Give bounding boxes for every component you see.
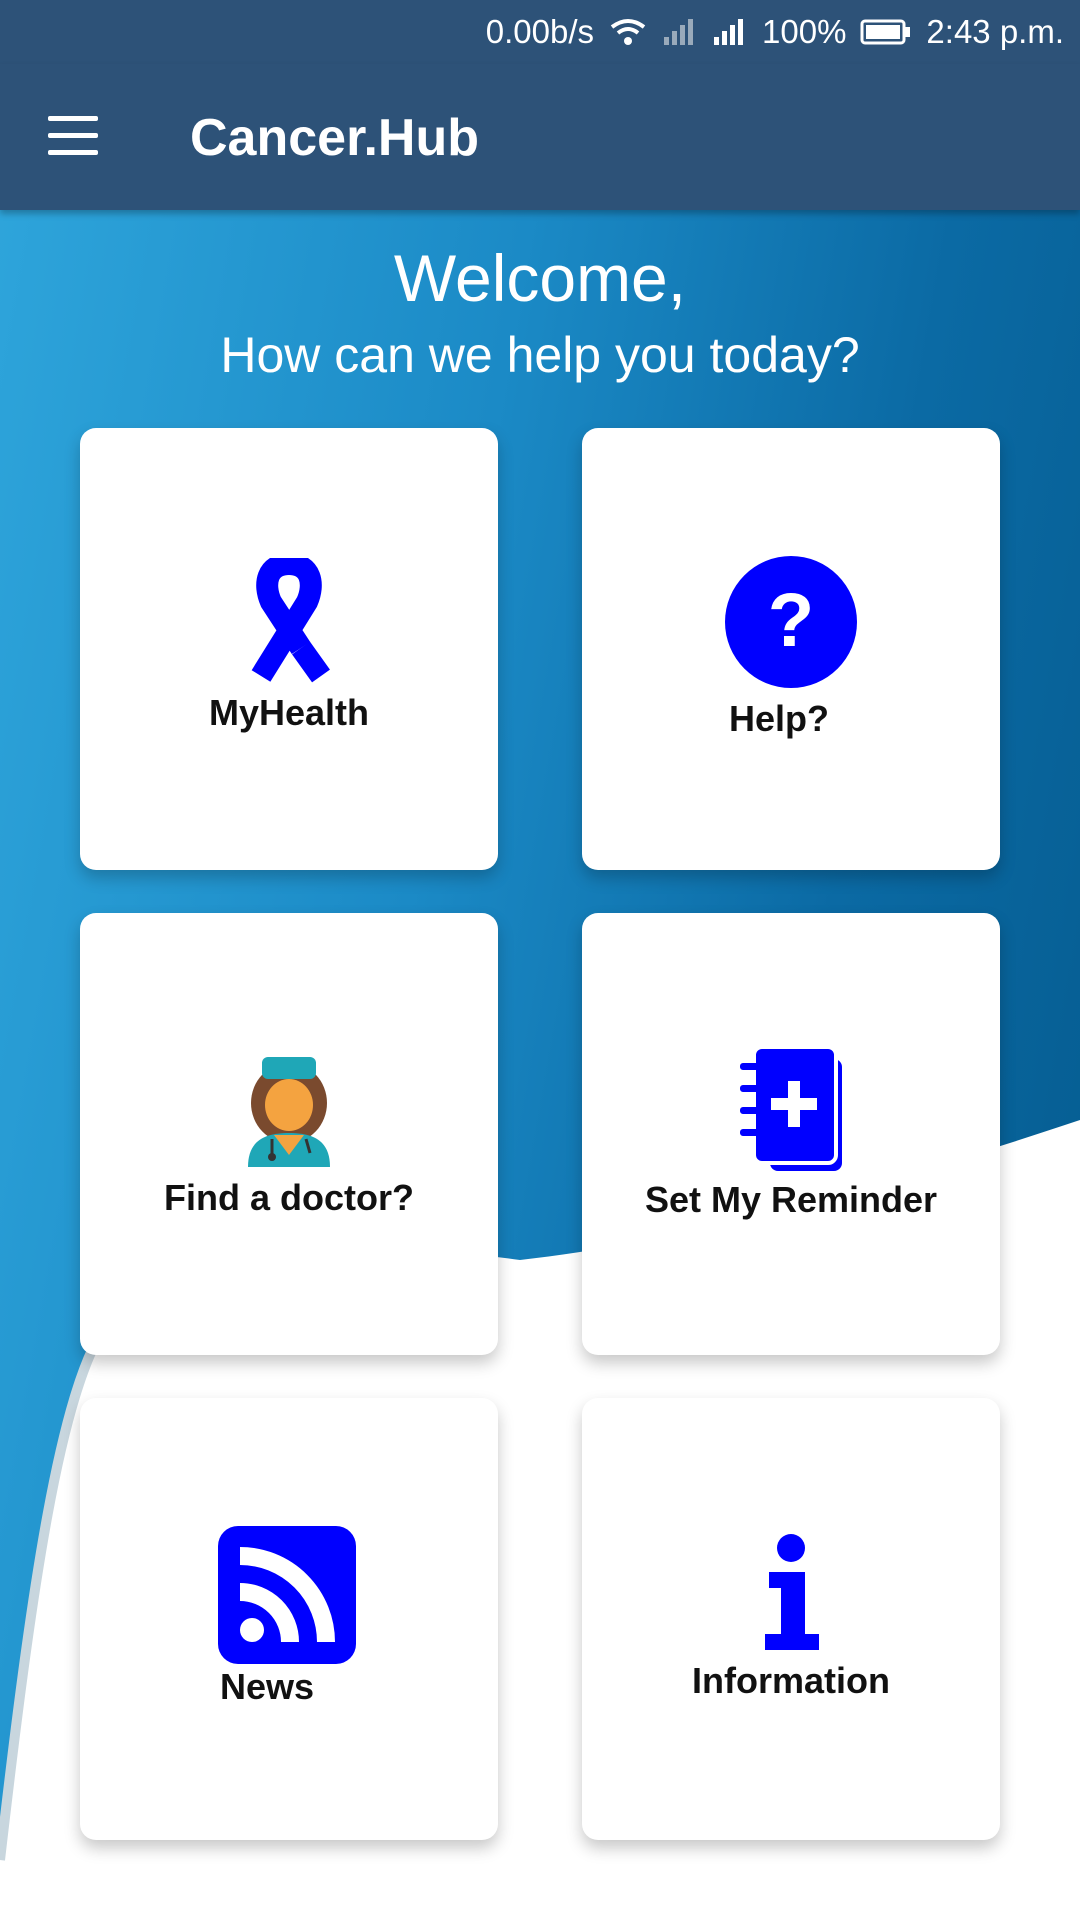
clock: 2:43 p.m. (926, 13, 1064, 50)
find-doctor-label: Find a doctor? (164, 1177, 414, 1218)
menu-icon[interactable] (48, 116, 98, 156)
network-speed: 0.00b/s (485, 13, 595, 50)
welcome-subtitle: How can we help you today? (220, 327, 860, 383)
news-label: News (219, 1666, 315, 1707)
reminder-tile[interactable]: Set My Reminder (582, 913, 1000, 1355)
wifi-icon (610, 19, 646, 45)
info-icon (765, 1534, 819, 1650)
app-title: Cancer.Hub (190, 109, 479, 167)
help-label: Help? (728, 698, 829, 739)
svg-text:?: ? (768, 578, 814, 663)
information-tile[interactable]: Information (582, 1398, 1000, 1840)
myhealth-tile[interactable]: MyHealth (80, 428, 498, 870)
signal-inactive-icon (664, 19, 694, 45)
battery-percent: 100% (762, 13, 847, 50)
find-doctor-tile[interactable]: Find a doctor? (80, 913, 498, 1355)
myhealth-label: MyHealth (208, 692, 370, 733)
help-tile[interactable]: ? Help? (582, 428, 1000, 870)
rss-icon (218, 1526, 356, 1664)
question-circle-icon: ? (725, 556, 857, 688)
app-bar: Cancer.Hub (0, 64, 1080, 210)
signal-icon (714, 19, 744, 45)
doctor-icon (248, 1057, 330, 1167)
battery-icon (860, 19, 911, 45)
reminder-label: Set My Reminder (644, 1179, 938, 1220)
news-tile[interactable]: News (80, 1398, 498, 1840)
ribbon-icon (251, 558, 330, 683)
information-label: Information (692, 1660, 890, 1701)
welcome-heading: Welcome, (393, 241, 687, 315)
notebook-plus-icon (740, 1045, 842, 1171)
status-bar: 0.00b/s 100% 2:43 p.m. (0, 0, 1080, 64)
